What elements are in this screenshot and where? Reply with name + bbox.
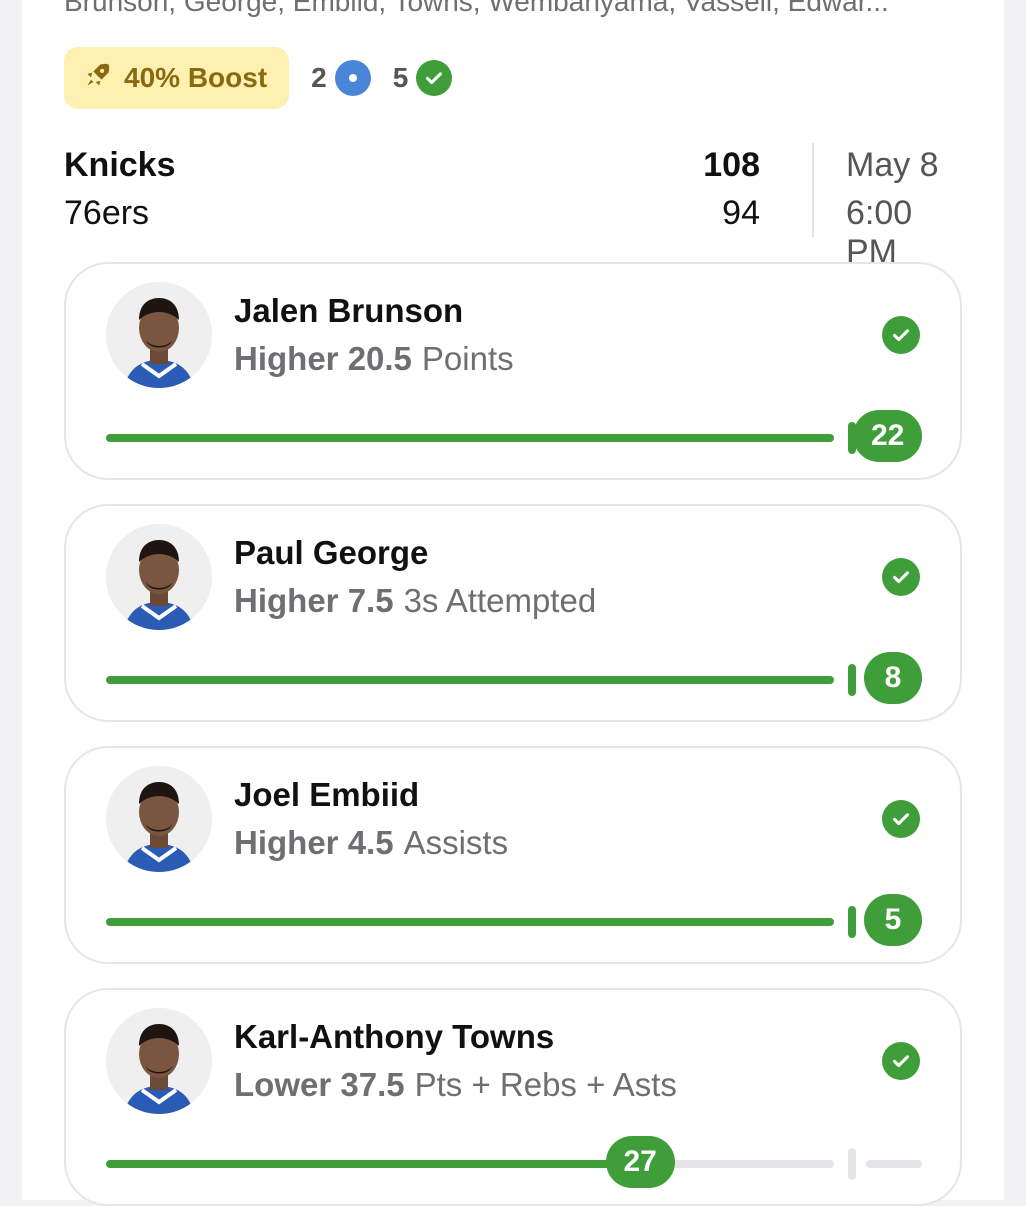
player-name: Paul George (234, 534, 429, 571)
pending-count: 2 (311, 60, 371, 96)
result-value-pill: 8 (864, 652, 922, 704)
game-time: 6:00 PM (846, 194, 913, 271)
pick-line: Higher 4.5 Assists (234, 824, 508, 862)
divider (812, 143, 814, 237)
line-marker (848, 906, 856, 938)
result-value-pill: 22 (853, 410, 923, 462)
line-marker (848, 664, 856, 696)
progress-fill (106, 1160, 640, 1168)
progress-fill (106, 434, 834, 442)
check-circle-icon (882, 800, 920, 838)
player-name: Jalen Brunson (234, 292, 464, 329)
parlay-detail-sheet: Brunson, George, Embiid, Towns, Wembanya… (22, 0, 1004, 1206)
progress-track: 22 (106, 410, 923, 462)
pick-stat: 3s Attempted (403, 582, 597, 619)
parlay-badges: 40% Boost 2 5 (64, 47, 453, 109)
pick-line-value: 7.5 (347, 582, 394, 619)
pick-line: Higher 20.5 Points (234, 340, 514, 378)
team-away: 76ers (64, 194, 150, 232)
pick-card-paul-george[interactable]: Paul George Higher 7.5 3s Attempted 8 (64, 504, 962, 722)
player-avatar (106, 766, 212, 872)
pending-dot-icon (334, 60, 371, 96)
pick-stat: Points (421, 340, 514, 377)
player-name: Joel Embiid (234, 776, 420, 813)
progress-track: 8 (106, 652, 922, 704)
pick-direction: Higher (234, 824, 339, 861)
progress-fill (106, 918, 834, 926)
pick-card-jalen-brunson[interactable]: Jalen Brunson Higher 20.5 Points 22 (64, 262, 962, 480)
check-circle-icon (416, 60, 453, 96)
pick-card-karl-anthony-towns[interactable]: Karl-Anthony Towns Lower 37.5 Pts + Rebs +… (64, 988, 962, 1206)
check-circle-icon (882, 1042, 920, 1080)
pick-line: Lower 37.5 Pts + Rebs + Asts (234, 1066, 677, 1104)
line-marker (848, 1148, 856, 1180)
pick-stat: Pts + Rebs + Asts (414, 1066, 677, 1103)
pick-card-joel-embiid[interactable]: Joel Embiid Higher 4.5 Assists 5 (64, 746, 962, 964)
won-count: 5 (393, 60, 453, 96)
pick-direction: Lower (234, 1066, 332, 1103)
pick-direction: Higher (234, 340, 339, 377)
progress-fill (106, 676, 834, 684)
score-home: 108 (703, 146, 760, 184)
result-value-pill: 27 (605, 1136, 675, 1188)
player-avatar (106, 282, 212, 388)
pick-line: Higher 7.5 3s Attempted (234, 582, 596, 620)
pick-direction: Higher (234, 582, 339, 619)
pending-count-number: 2 (311, 62, 327, 93)
player-avatar (106, 524, 212, 630)
rocket-icon (84, 61, 112, 96)
players-summary: Brunson, George, Embiid, Towns, Wembanya… (64, 0, 889, 17)
team-home: Knicks (64, 146, 176, 184)
check-circle-icon (882, 316, 920, 354)
game-score: Knicks 76ers 108 94 May 8 6:00 PM (64, 140, 964, 271)
player-name: Karl-Anthony Towns (234, 1018, 555, 1055)
boost-badge[interactable]: 40% Boost (64, 47, 290, 109)
won-count-number: 5 (392, 62, 409, 93)
pick-stat: Assists (403, 824, 509, 861)
score-away: 94 (722, 194, 760, 232)
result-value-pill: 5 (864, 894, 922, 946)
game-date: May 8 (846, 146, 939, 184)
progress-beyond-line (866, 1160, 922, 1168)
check-circle-icon (882, 558, 920, 596)
pick-line-value: 37.5 (340, 1066, 405, 1103)
player-avatar (106, 1008, 212, 1114)
progress-track: 27 (106, 1136, 922, 1188)
boost-label: 40% Boost (124, 62, 268, 93)
progress-track: 5 (106, 894, 922, 946)
pick-line-value: 4.5 (347, 824, 394, 861)
pick-line-value: 20.5 (347, 340, 412, 377)
